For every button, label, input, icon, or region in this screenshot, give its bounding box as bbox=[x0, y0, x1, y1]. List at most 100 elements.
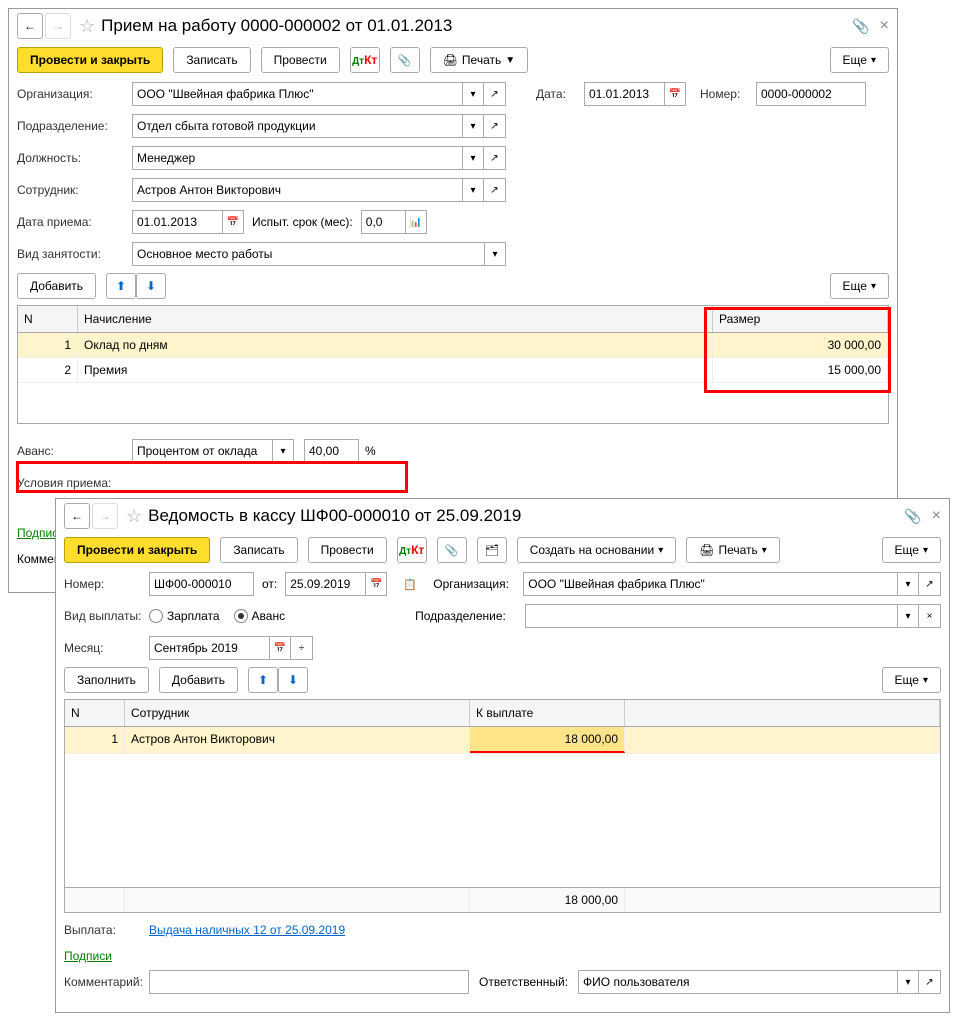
emp-input[interactable]: Астров Антон Викторович bbox=[132, 178, 462, 202]
calendar-icon[interactable]: 📅 bbox=[222, 210, 244, 234]
add-button[interactable]: Добавить bbox=[17, 273, 96, 299]
salary-radio[interactable] bbox=[149, 609, 163, 623]
probation-input[interactable]: 0,0 bbox=[361, 210, 405, 234]
dropdown-icon[interactable]: ▾ bbox=[462, 82, 484, 106]
window-title: Прием на работу 0000-000002 от 01.01.201… bbox=[101, 16, 852, 36]
month-input[interactable]: Сентябрь 2019 bbox=[149, 636, 269, 660]
num-label: Номер: bbox=[64, 577, 149, 591]
window-title: Ведомость в кассу ШФ00-000010 от 25.09.2… bbox=[148, 506, 904, 526]
paytype-label: Вид выплаты: bbox=[64, 609, 149, 623]
calendar-icon[interactable]: 📅 bbox=[664, 82, 686, 106]
pos-input[interactable]: Менеджер bbox=[132, 146, 462, 170]
advance-value-input[interactable]: 40,00 bbox=[304, 439, 359, 463]
type-input[interactable]: Основное место работы bbox=[132, 242, 484, 266]
dropdown-icon[interactable]: ▾ bbox=[484, 242, 506, 266]
save-button[interactable]: Записать bbox=[220, 537, 297, 563]
highlight-box bbox=[16, 461, 408, 493]
sign-link[interactable]: Подписи bbox=[64, 949, 112, 963]
open-icon[interactable]: ↗ bbox=[484, 82, 506, 106]
type-label: Вид занятости: bbox=[17, 247, 132, 261]
col-charge: Начисление bbox=[78, 306, 713, 332]
advance-type-input[interactable]: Процентом от оклада bbox=[132, 439, 272, 463]
open-icon[interactable]: ↗ bbox=[484, 114, 506, 138]
more-button[interactable]: Еще ▾ bbox=[830, 273, 889, 299]
from-input[interactable]: 25.09.2019 bbox=[285, 572, 365, 596]
nav-back[interactable]: ← bbox=[64, 503, 90, 529]
more-button[interactable]: Еще ▾ bbox=[830, 47, 889, 73]
pct-label: % bbox=[365, 444, 376, 458]
favorite-icon[interactable]: ☆ bbox=[79, 16, 95, 37]
total-cell: 18 000,00 bbox=[470, 888, 625, 912]
dept-input[interactable]: Отдел сбыта готовой продукции bbox=[132, 114, 462, 138]
from-label: от: bbox=[262, 577, 277, 591]
favorite-icon[interactable]: ☆ bbox=[126, 506, 142, 527]
dept-input[interactable] bbox=[525, 604, 897, 628]
payout-label: Выплата: bbox=[64, 923, 149, 937]
org-input[interactable]: ООО "Швейная фабрика Плюс" bbox=[523, 572, 897, 596]
org-input[interactable]: ООО "Швейная фабрика Плюс" bbox=[132, 82, 462, 106]
save-button[interactable]: Записать bbox=[173, 47, 250, 73]
clear-icon[interactable]: × bbox=[919, 604, 941, 628]
move-down-icon[interactable]: ⬇ bbox=[278, 667, 308, 693]
post-button[interactable]: Провести bbox=[261, 47, 340, 73]
advance-radio[interactable] bbox=[234, 609, 248, 623]
open-icon[interactable]: ↗ bbox=[484, 146, 506, 170]
close-icon[interactable]: × bbox=[880, 17, 889, 35]
resp-label: Ответственный: bbox=[479, 975, 568, 989]
more-button[interactable]: Еще ▾ bbox=[882, 667, 941, 693]
calc-icon[interactable]: 📊 bbox=[405, 210, 427, 234]
dropdown-icon[interactable]: ▾ bbox=[462, 146, 484, 170]
more-button[interactable]: Еще ▾ bbox=[882, 537, 941, 563]
num-input[interactable]: ШФ00-000010 bbox=[149, 572, 254, 596]
attach-icon[interactable]: 📎 bbox=[437, 537, 467, 563]
pin-icon[interactable]: 📎 bbox=[852, 18, 869, 35]
num-input[interactable]: 0000-000002 bbox=[756, 82, 866, 106]
pin-icon[interactable]: 📎 bbox=[904, 508, 921, 525]
resp-input[interactable]: ФИО пользователя bbox=[578, 970, 897, 994]
num-label: Номер: bbox=[700, 87, 756, 101]
open-icon[interactable]: ↗ bbox=[919, 970, 941, 994]
date-input[interactable]: 01.01.2013 bbox=[584, 82, 664, 106]
nav-back[interactable]: ← bbox=[17, 13, 43, 39]
table-row[interactable]: 1 Астров Антон Викторович 18 000,00 bbox=[65, 727, 940, 754]
nav-forward[interactable]: → bbox=[45, 13, 71, 39]
close-icon[interactable]: × bbox=[932, 507, 941, 525]
dropdown-icon[interactable]: ▾ bbox=[462, 178, 484, 202]
dropdown-icon[interactable]: ▾ bbox=[897, 572, 919, 596]
dept-label: Подразделение: bbox=[415, 609, 525, 623]
col-n: N bbox=[18, 306, 78, 332]
comment-input[interactable] bbox=[149, 970, 469, 994]
open-icon[interactable]: ↗ bbox=[484, 178, 506, 202]
post-close-button[interactable]: Провести и закрыть bbox=[64, 537, 210, 563]
dtkt-button[interactable]: ДтКт bbox=[397, 537, 427, 563]
dropdown-icon[interactable]: ▾ bbox=[897, 604, 919, 628]
calendar-icon[interactable]: 📅 bbox=[365, 572, 387, 596]
post-button[interactable]: Провести bbox=[308, 537, 387, 563]
move-down-icon[interactable]: ⬇ bbox=[136, 273, 166, 299]
calendar-icon[interactable]: 📅 bbox=[269, 636, 291, 660]
move-up-icon[interactable]: ⬆ bbox=[248, 667, 278, 693]
dropdown-icon[interactable]: ▾ bbox=[272, 439, 294, 463]
dtkt-button[interactable]: ДтКт bbox=[350, 47, 380, 73]
move-up-icon[interactable]: ⬆ bbox=[106, 273, 136, 299]
fill-button[interactable]: Заполнить bbox=[64, 667, 149, 693]
add-button[interactable]: Добавить bbox=[159, 667, 238, 693]
hire-input[interactable]: 01.01.2013 bbox=[132, 210, 222, 234]
attach-icon[interactable]: 📎 bbox=[390, 47, 420, 73]
structure-icon[interactable]: 🗂 bbox=[477, 537, 507, 563]
print-button[interactable]: 🖨 Печать ▼ bbox=[430, 47, 528, 73]
doc-icon: 📋 bbox=[395, 571, 425, 597]
print-button[interactable]: 🖨 Печать ▾ bbox=[686, 537, 780, 563]
comment-label: Комментарий: bbox=[64, 975, 149, 989]
stepper-icon[interactable]: ÷ bbox=[291, 636, 313, 660]
open-icon[interactable]: ↗ bbox=[919, 572, 941, 596]
probation-label: Испыт. срок (мес): bbox=[252, 215, 353, 229]
dropdown-icon[interactable]: ▾ bbox=[897, 970, 919, 994]
payout-link[interactable]: Выдача наличных 12 от 25.09.2019 bbox=[149, 923, 345, 937]
dropdown-icon[interactable]: ▾ bbox=[462, 114, 484, 138]
nav-forward[interactable]: → bbox=[92, 503, 118, 529]
month-label: Месяц: bbox=[64, 641, 149, 655]
create-based-button[interactable]: Создать на основании ▾ bbox=[517, 537, 677, 563]
highlight-box bbox=[704, 307, 891, 393]
post-close-button[interactable]: Провести и закрыть bbox=[17, 47, 163, 73]
